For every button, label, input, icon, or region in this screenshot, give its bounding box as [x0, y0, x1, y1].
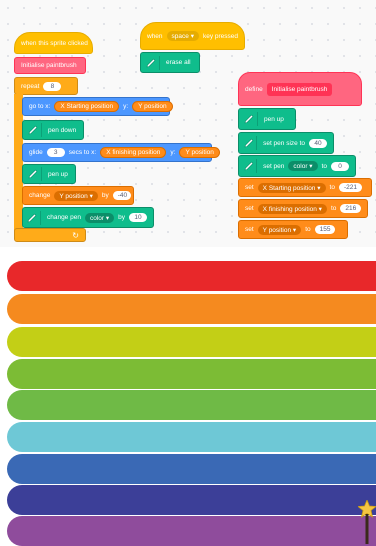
define-pen-up-block[interactable]: pen up: [238, 108, 296, 130]
change-variable-dropdown[interactable]: Y position ▾: [54, 190, 98, 201]
repeat-loop-arrow-icon: ↻: [72, 230, 79, 240]
set-pen-param-dropdown[interactable]: color ▾: [288, 161, 318, 171]
change-value-input[interactable]: -40: [112, 191, 131, 200]
repeat-block[interactable]: repeat 8: [14, 77, 78, 95]
change-pen-color-block[interactable]: change pen color ▾ by 10: [22, 207, 154, 228]
when-key-pressed-hat[interactable]: when space ▾ key pressed: [140, 22, 245, 50]
glide-to-xy-block[interactable]: glide 3 secs to x: X finishing position …: [22, 143, 220, 162]
pen-extension-icon: [143, 55, 160, 70]
set-variable-block-1[interactable]: set X Starting position ▾ to -221: [238, 178, 372, 197]
code-area[interactable]: when this sprite clicked Initialise pain…: [0, 0, 376, 247]
define-pen-up-label: pen up: [264, 115, 284, 123]
change-pen-by-label: by: [118, 214, 125, 221]
set-pen-color-input[interactable]: 0: [331, 161, 349, 171]
rainbow-stripe: [7, 261, 376, 291]
change-pen-prefix: change pen: [46, 214, 81, 221]
rainbow-stripe: [7, 294, 376, 324]
key-pressed-label: key pressed: [202, 32, 239, 40]
rainbow-stripe: [7, 516, 376, 546]
pen-extension-icon: [25, 123, 42, 137]
goto-y-reporter[interactable]: Y position: [132, 101, 173, 112]
pen-extension-icon: [25, 167, 42, 181]
erase-all-block[interactable]: erase all: [140, 52, 200, 73]
rainbow-stripe: [7, 422, 376, 452]
change-pen-value-input[interactable]: 10: [129, 213, 147, 222]
set-variable-dropdown[interactable]: Y position ▾: [257, 224, 302, 235]
glide-y-label: y:: [170, 149, 176, 156]
rainbow-stripe: [7, 390, 376, 420]
go-to-xy-block[interactable]: go to x: X Starting position y: Y positi…: [22, 97, 173, 116]
pen-extension-icon: [241, 112, 258, 126]
glide-x-reporter[interactable]: X finishing position: [100, 147, 167, 158]
when-label: when: [147, 32, 163, 40]
pen-up-block[interactable]: pen up: [22, 164, 76, 184]
repeat-block-bottom: ↻: [14, 228, 86, 242]
glide-middle: secs to x:: [68, 149, 97, 156]
repeat-label: repeat: [21, 82, 40, 90]
set-pen-color-block[interactable]: set pen color ▾ to 0: [238, 155, 356, 177]
set-pen-size-block[interactable]: set pen size to 40: [238, 132, 334, 154]
glide-prefix: glide: [29, 149, 43, 156]
goto-x-reporter[interactable]: X Starting position: [54, 101, 120, 112]
set-value-input[interactable]: -221: [338, 183, 362, 192]
change-variable-block[interactable]: change Y position ▾ by -40: [22, 186, 134, 205]
magic-wand-sprite-icon[interactable]: [358, 500, 376, 544]
glide-y-reporter[interactable]: Y position: [179, 147, 220, 158]
set-value-input[interactable]: 155: [314, 225, 336, 234]
set-label: set: [245, 184, 254, 191]
set-variable-dropdown[interactable]: X Starting position ▾: [257, 182, 326, 193]
pen-down-block[interactable]: pen down: [22, 120, 84, 140]
set-variable-dropdown[interactable]: X finishing position ▾: [257, 203, 327, 214]
set-pen-size-label: set pen size to: [263, 139, 305, 147]
key-dropdown[interactable]: space ▾: [166, 31, 199, 41]
goto-y-label: y:: [123, 103, 129, 110]
call-label: Initialise paintbrush: [21, 62, 77, 69]
set-to-label: to: [329, 184, 335, 191]
pen-param-dropdown[interactable]: color ▾: [84, 212, 115, 223]
set-variable-block-3[interactable]: set Y position ▾ to 155: [238, 220, 348, 239]
rainbow-stripe: [7, 485, 376, 515]
rainbow-stripe: [7, 454, 376, 484]
goto-prefix: go to x:: [29, 103, 51, 110]
set-to-label: to: [305, 226, 311, 233]
pen-extension-icon: [241, 159, 258, 173]
rainbow-stripe: [7, 327, 376, 357]
set-pen-to-label: to: [321, 162, 327, 170]
pen-up-label: pen up: [48, 170, 68, 178]
rainbow-stripe: [7, 359, 376, 389]
glide-secs-input[interactable]: 3: [46, 148, 65, 157]
hat-label: when this sprite clicked: [21, 39, 88, 47]
set-pen-prefix: set pen: [263, 162, 285, 170]
erase-all-label: erase all: [166, 59, 191, 66]
pen-extension-icon: [241, 136, 258, 150]
set-to-label: to: [330, 205, 337, 212]
when-sprite-clicked-hat[interactable]: when this sprite clicked: [14, 32, 93, 54]
change-prefix: change: [29, 192, 51, 199]
pen-extension-icon: [25, 210, 41, 225]
set-label: set: [245, 205, 254, 212]
pen-down-label: pen down: [48, 126, 77, 134]
set-label: set: [245, 226, 254, 233]
define-block-hat[interactable]: define Initialise paintbrush: [238, 72, 362, 106]
change-by-label: by: [101, 192, 109, 199]
set-variable-block-2[interactable]: set X finishing position ▾ to 216: [238, 199, 368, 218]
pen-size-input[interactable]: 40: [309, 138, 327, 148]
repeat-count-input[interactable]: 8: [43, 81, 62, 91]
define-label: define: [245, 85, 263, 93]
define-name-label: Initialise paintbrush: [266, 82, 333, 96]
stage[interactable]: [0, 247, 376, 546]
call-initialise-paintbrush-block[interactable]: Initialise paintbrush: [14, 57, 86, 74]
set-value-input[interactable]: 216: [340, 204, 361, 213]
